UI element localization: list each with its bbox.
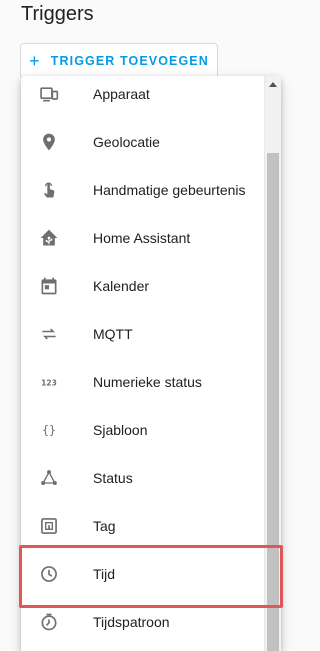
home-assistant-icon <box>39 228 59 248</box>
numeric-icon: 123 <box>39 372 59 392</box>
menu-item-label: Home Assistant <box>93 230 191 246</box>
swap-arrows-icon <box>39 324 59 344</box>
menu-item-label: Status <box>93 470 133 486</box>
svg-text:{}: {} <box>42 423 56 437</box>
menu-item-label: Geolocatie <box>93 134 160 150</box>
menu-item-label: MQTT <box>93 326 133 342</box>
menu-item-label: Handmatige gebeurtenis <box>93 182 246 198</box>
gesture-tap-icon <box>39 180 59 200</box>
menu-item-tag[interactable]: Tag <box>21 502 264 550</box>
menu-item-home-assistant[interactable]: Home Assistant <box>21 214 264 262</box>
code-braces-icon: {} <box>39 420 59 440</box>
device-icon <box>39 84 59 104</box>
highlight-annotation-box <box>19 545 283 608</box>
scroll-up-arrow-icon[interactable] <box>269 82 277 87</box>
timer-pattern-icon <box>39 612 59 632</box>
automation-editor: Triggers + TRIGGER TOEVOEGEN Apparaat Ge… <box>0 0 313 651</box>
plus-icon: + <box>29 51 41 71</box>
menu-item-label: Kalender <box>93 278 150 294</box>
menu-item-mqtt[interactable]: MQTT <box>21 310 264 358</box>
menu-item-sjabloon[interactable]: {} Sjabloon <box>21 406 264 454</box>
menu-item-label: Sjabloon <box>93 422 148 438</box>
add-trigger-label: TRIGGER TOEVOEGEN <box>50 54 209 68</box>
menu-item-apparaat[interactable]: Apparaat <box>21 76 264 118</box>
menu-item-label: Numerieke status <box>93 374 202 390</box>
menu-item-kalender[interactable]: Kalender <box>21 262 264 310</box>
calendar-icon <box>39 276 59 296</box>
menu-item-numerieke-status[interactable]: 123 Numerieke status <box>21 358 264 406</box>
nfc-tag-icon <box>39 516 59 536</box>
svg-text:123: 123 <box>41 378 57 387</box>
add-trigger-button[interactable]: + TRIGGER TOEVOEGEN <box>20 43 218 79</box>
section-title: Triggers <box>21 3 94 25</box>
state-graph-icon <box>39 468 59 488</box>
menu-item-label: Apparaat <box>93 86 150 102</box>
menu-item-label: Tijdspatroon <box>93 614 170 630</box>
location-pin-icon <box>39 132 59 152</box>
menu-item-geolocatie[interactable]: Geolocatie <box>21 118 264 166</box>
menu-item-handmatige-gebeurtenis[interactable]: Handmatige gebeurtenis <box>21 166 264 214</box>
menu-item-status[interactable]: Status <box>21 454 264 502</box>
menu-item-label: Tag <box>93 518 116 534</box>
